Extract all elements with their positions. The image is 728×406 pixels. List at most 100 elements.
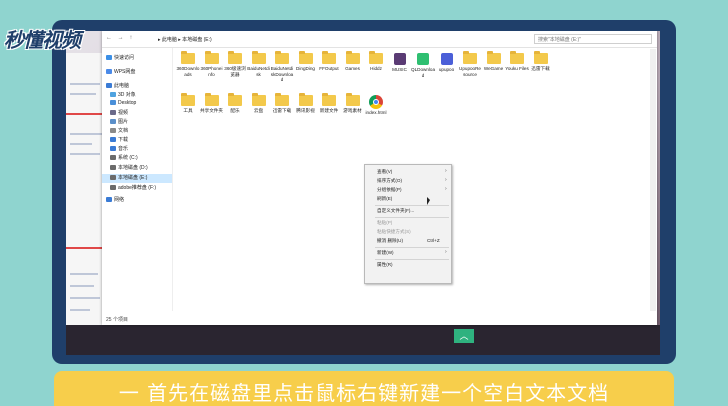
sidebar-item-label: 本地磁盘 (D:) xyxy=(118,165,148,171)
sidebar-item-label: 文档 xyxy=(118,128,129,134)
file-name: 工具 xyxy=(183,108,193,113)
sidebar-item[interactable]: 系统 (C:) xyxy=(110,154,138,163)
menu-item-shortcut: Ctrl+Z xyxy=(427,238,440,243)
vertical-scrollbar[interactable] xyxy=(650,49,656,311)
folder-icon xyxy=(533,51,548,64)
file-item[interactable]: 360极速浏览器 xyxy=(223,51,247,77)
file-item[interactable]: 工具 xyxy=(176,93,200,114)
file-item[interactable]: upupoo xyxy=(435,53,459,73)
drive-icon xyxy=(110,155,116,161)
file-item[interactable]: 360Downloads xyxy=(176,51,200,77)
file-item[interactable]: Hiddz xyxy=(364,51,388,72)
sidebar-item-label: 此电脑 xyxy=(114,83,130,89)
file-item[interactable]: Youku Files xyxy=(505,51,529,72)
file-item[interactable]: BaiduNetdisk xyxy=(247,51,271,77)
folder-icon xyxy=(275,93,289,106)
sidebar-item[interactable]: 音乐 xyxy=(110,145,128,154)
file-item[interactable]: BaiduNetdiskDownload xyxy=(270,51,294,83)
folder-icon xyxy=(181,93,195,106)
sidebar-item[interactable]: 图片 xyxy=(110,118,128,127)
file-item[interactable]: UpupooResource xyxy=(458,51,482,77)
sidebar-item[interactable]: adobe推荐盘 (F:) xyxy=(110,184,156,193)
sidebar-item[interactable]: 本地磁盘 (E:) xyxy=(102,174,172,183)
file-item[interactable]: 迅雷下载 xyxy=(529,51,553,72)
subtitle-bar: 一 首先在磁盘里点击鼠标右键新建一个空白文本文档 xyxy=(54,371,674,406)
file-name: upupoo xyxy=(438,67,455,72)
search-input[interactable]: 搜索"本地磁盘 (E:)" xyxy=(534,34,652,44)
sidebar-item[interactable]: 下载 xyxy=(110,136,128,145)
file-name: 腾讯影视 xyxy=(296,108,315,113)
file-item[interactable]: DingDing xyxy=(294,51,318,72)
sidebar-item-label: 下载 xyxy=(118,137,129,143)
network-icon xyxy=(106,197,112,203)
file-name: 共享文件夹 xyxy=(200,108,223,113)
file-name: 配乐 xyxy=(230,108,240,113)
file-item[interactable]: index.html xyxy=(364,95,388,116)
file-item[interactable]: 游戏素材 xyxy=(341,93,365,114)
sidebar-item[interactable]: Desktop xyxy=(110,100,136,109)
folder-icon xyxy=(228,93,242,106)
drive-icon xyxy=(110,185,116,191)
sidebar-item[interactable]: 快速访问 xyxy=(106,54,134,63)
menu-item[interactable]: 自定义文件夹(F)... xyxy=(365,207,451,215)
file-item[interactable]: 配乐 xyxy=(223,93,247,114)
file-name: Hiddz xyxy=(370,66,382,71)
menu-item[interactable]: 属性(R) xyxy=(365,261,451,269)
breadcrumb[interactable]: ▸ 此电脑 ▸ 本地磁盘 (E:) xyxy=(158,36,212,43)
menu-item-label: 属性(R) xyxy=(377,262,393,267)
sidebar-item-label: adobe推荐盘 (F:) xyxy=(118,185,157,191)
menu-item-label: 自定义文件夹(F)... xyxy=(377,208,415,213)
file-item[interactable]: Games xyxy=(341,51,365,72)
menu-item[interactable]: 刷新(E) xyxy=(365,195,451,203)
file-name: index.html xyxy=(365,110,387,115)
folder-icon xyxy=(463,51,477,64)
file-item[interactable]: 迅雷下载 xyxy=(270,93,294,114)
menu-item-label: 粘贴(P) xyxy=(377,220,393,225)
sidebar-item[interactable]: WPS网盘 xyxy=(106,68,135,77)
folder-icon xyxy=(298,51,313,64)
sidebar-item[interactable]: 本地磁盘 (D:) xyxy=(110,164,148,173)
menu-item[interactable]: 分组依据(P) › xyxy=(365,186,451,194)
file-item[interactable]: 共享文件夹 xyxy=(200,93,224,114)
sidebar-item[interactable]: 此电脑 xyxy=(106,82,129,91)
sidebar-item[interactable]: 视频 xyxy=(110,109,128,118)
download-icon xyxy=(110,137,116,143)
file-name: UpupooResource xyxy=(459,66,481,77)
subtitle-text: 一 首先在磁盘里点击鼠标右键新建一个空白文本文档 xyxy=(118,381,610,405)
file-item[interactable]: 腾讯影视 xyxy=(294,93,318,114)
app-icon xyxy=(440,53,453,65)
file-item[interactable]: FFOutput xyxy=(317,51,341,72)
background-strip xyxy=(66,325,660,355)
folder-icon xyxy=(345,51,360,64)
file-item[interactable]: 新建文件 xyxy=(317,93,341,114)
address-bar: ← → ↑ ▸ 此电脑 ▸ 本地磁盘 (E:) 搜索"本地磁盘 (E:)" xyxy=(102,31,657,48)
file-name: BaiduNetdisk xyxy=(247,66,270,77)
folder-icon xyxy=(228,51,242,64)
nav-arrows[interactable]: ← → ↑ xyxy=(106,35,134,41)
file-item[interactable]: QLDownload xyxy=(411,53,435,78)
sidebar-item[interactable]: 网络 xyxy=(106,196,124,205)
menu-separator xyxy=(375,205,449,206)
folder-icon xyxy=(251,51,266,64)
sidebar-item[interactable]: 文档 xyxy=(110,127,128,136)
file-item[interactable]: WeGame xyxy=(482,51,506,72)
cube-icon xyxy=(110,92,116,98)
file-name: DingDing xyxy=(296,66,315,71)
menu-item[interactable]: 撤消 删除(U) Ctrl+Z xyxy=(365,237,451,245)
file-item[interactable]: 云盘 xyxy=(247,93,271,114)
folder-icon xyxy=(251,93,266,106)
star-icon xyxy=(106,55,112,61)
screen-capture: ← → ↑ ▸ 此电脑 ▸ 本地磁盘 (E:) 搜索"本地磁盘 (E:)" 快速… xyxy=(66,31,660,355)
menu-item[interactable]: 新建(W) › xyxy=(365,249,451,257)
menu-item[interactable]: 查看(V) › xyxy=(365,168,451,176)
document-icon xyxy=(110,128,116,134)
scroll-up-button[interactable]: ︿ xyxy=(454,329,474,343)
menu-item[interactable]: 排序方式(O) › xyxy=(365,177,451,185)
file-item[interactable]: MUSIC xyxy=(388,53,412,73)
menu-item-label: 分组依据(P) xyxy=(377,187,402,192)
sidebar-item[interactable]: 3D 对象 xyxy=(110,91,136,100)
file-item[interactable]: 360Phoneinfo xyxy=(200,51,224,77)
folder-icon xyxy=(510,51,524,64)
navigation-pane: 快速访问 WPS网盘此电脑 3D 对象 Desktop 视频 图片 文档下载音乐 系统 (C:… xyxy=(102,48,173,311)
sidebar-item-label: 网络 xyxy=(114,197,125,203)
